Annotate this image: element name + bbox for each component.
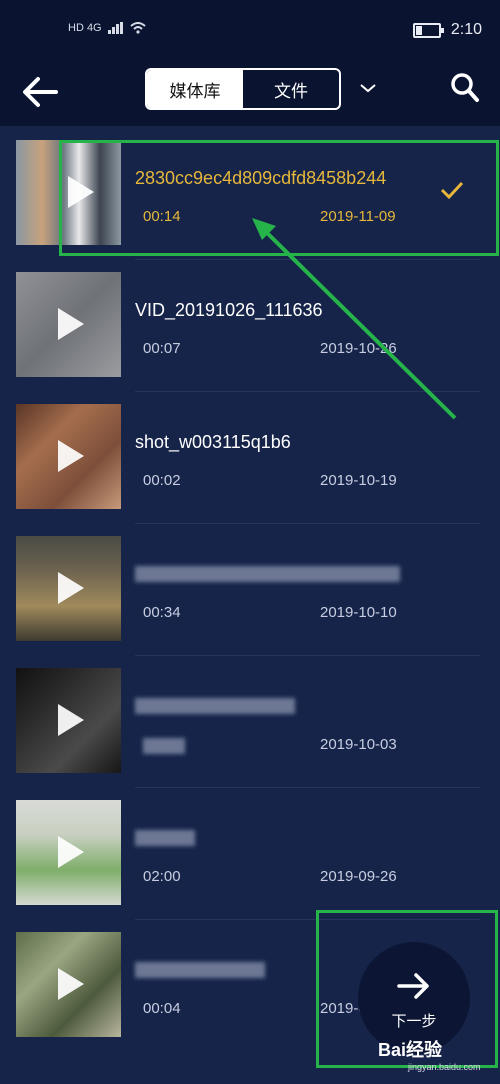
watermark-url: jingyan.baidu.com bbox=[408, 1062, 481, 1072]
watermark-logo: Bai经验 bbox=[378, 1040, 443, 1060]
